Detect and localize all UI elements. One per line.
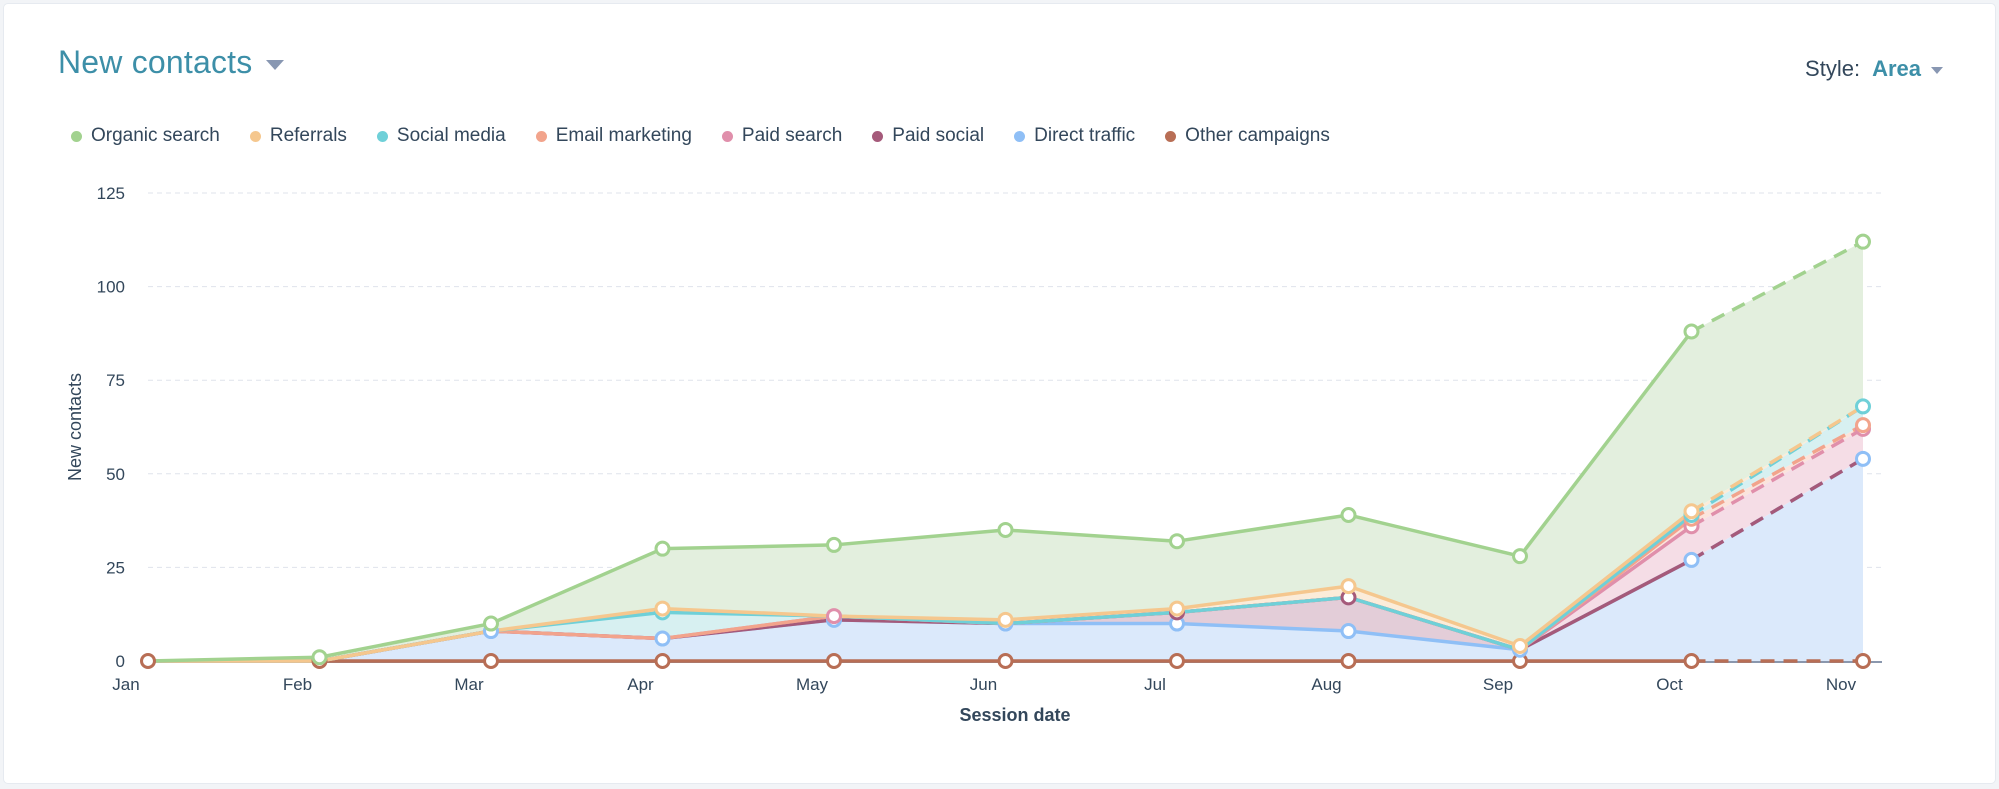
x-tick-label: Feb [283,675,312,694]
x-tick-label: May [796,675,829,694]
point-referrals [1683,503,1700,520]
y-axis-ticks: 0 25 50 75 100 125 [97,184,125,671]
x-tick-label: Jul [1144,675,1166,694]
area-chart: Jan Feb Mar Apr May Jun Jul Aug Sep Oct Nov 0 25 50 7… [65,184,1882,725]
x-tick-label: Oct [1656,675,1683,694]
x-tick-label: Aug [1311,675,1341,694]
point-referrals [997,611,1014,628]
point-social-media [1855,398,1871,415]
point-organic-search [654,540,671,557]
y-tick-label: 125 [97,184,125,203]
point-other-campaigns [483,653,499,669]
point-other-campaigns [997,653,1014,669]
y-tick-label: 0 [116,652,125,671]
point-other-campaigns [1683,653,1700,669]
x-tick-label: Mar [454,675,484,694]
x-tick-label: Jun [970,675,997,694]
point-organic-search [483,615,499,632]
point-organic-search [826,536,842,553]
point-referrals [1512,638,1528,655]
y-axis-title: New contacts [65,373,85,481]
y-tick-label: 25 [106,558,125,577]
point-other-campaigns [1340,653,1357,669]
y-tick-label: 100 [97,278,125,297]
x-tick-label: Apr [627,675,654,694]
point-organic-search [311,649,328,666]
x-tick-label: Nov [1826,675,1857,694]
point-direct-traffic [1340,623,1357,640]
point-organic-search [1683,323,1700,340]
point-other-campaigns [140,653,156,669]
point-referrals [1340,578,1357,595]
point-direct-traffic [1855,450,1871,467]
point-organic-search [1169,533,1185,550]
point-other-campaigns [654,653,671,669]
y-tick-label: 50 [106,465,125,484]
point-other-campaigns [1169,653,1185,669]
point-organic-search [1855,233,1871,250]
point-direct-traffic [1683,551,1700,568]
x-axis-title: Session date [959,705,1070,725]
point-referrals [654,600,671,617]
point-organic-search [1512,548,1528,565]
area-fills [148,241,1863,661]
y-tick-label: 75 [106,371,125,390]
x-axis-ticks: Jan Feb Mar Apr May Jun Jul Aug Sep Oct Nov [112,675,1856,694]
x-tick-label: Jan [112,675,139,694]
point-other-campaigns [1855,653,1871,669]
point-referrals [1169,600,1185,617]
point-organic-search [997,521,1014,538]
point-other-campaigns [826,653,842,669]
point-email-marketing [1855,417,1871,434]
x-tick-label: Sep [1483,675,1513,694]
point-paid-search [826,608,842,625]
point-organic-search [1340,506,1357,523]
point-direct-traffic [654,630,671,647]
